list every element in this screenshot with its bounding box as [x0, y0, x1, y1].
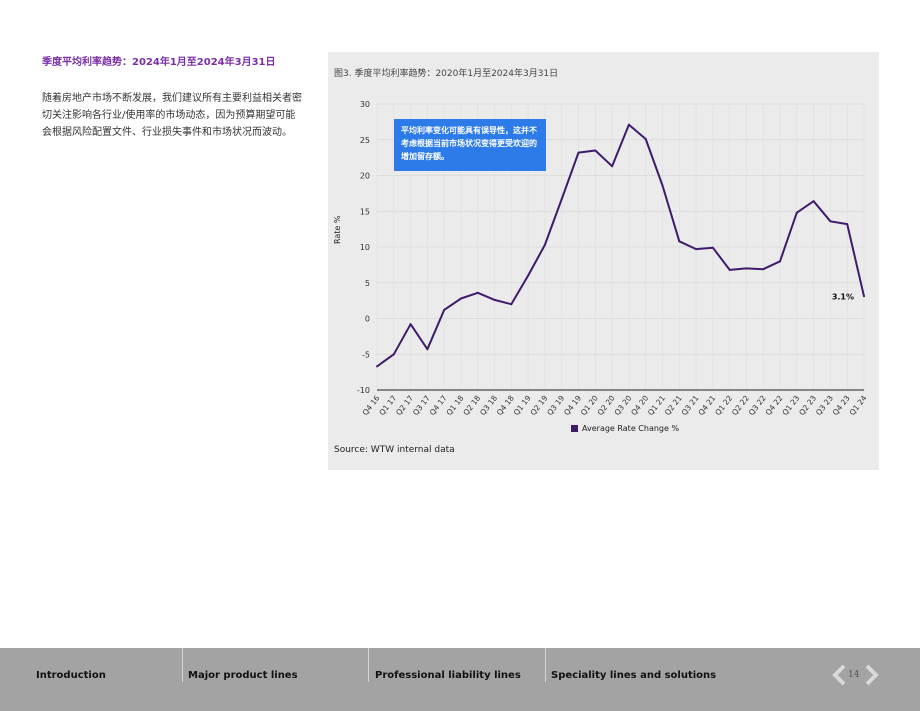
data-point — [678, 240, 681, 243]
y-tick-label: 30 — [360, 100, 370, 109]
data-point — [543, 243, 546, 246]
data-point — [829, 220, 832, 223]
data-point — [728, 268, 731, 271]
nav-major-product-lines[interactable]: Major product lines — [188, 670, 298, 681]
data-point — [863, 295, 865, 298]
data-point — [795, 211, 798, 214]
legend-swatch — [571, 425, 578, 432]
y-tick-label: 0 — [365, 315, 370, 324]
data-point — [611, 165, 614, 168]
data-point — [376, 365, 378, 368]
y-tick-label: 5 — [365, 279, 370, 288]
y-tick-label: 15 — [360, 207, 370, 216]
y-tick-label: 25 — [360, 136, 370, 145]
y-tick-label: -5 — [362, 350, 370, 359]
y-tick-label: -10 — [357, 386, 370, 395]
y-tick-label: 20 — [360, 172, 370, 181]
data-point — [661, 184, 664, 187]
data-point — [627, 123, 630, 126]
end-value-label: 3.1% — [832, 292, 854, 301]
nav-divider — [368, 648, 369, 682]
data-point — [459, 297, 462, 300]
intro-paragraph: 随着房地产市场不断发展，我们建议所有主要利益相关者密切关注影响各行业/使用率的市… — [42, 93, 302, 138]
y-tick-label: 10 — [360, 243, 370, 252]
data-point — [762, 268, 765, 271]
page-number: 14 — [848, 670, 860, 680]
nav-introduction[interactable]: Introduction — [36, 670, 106, 681]
data-point — [846, 223, 849, 226]
data-point — [493, 298, 496, 301]
nav-speciality-lines[interactable]: Speciality lines and solutions — [551, 670, 716, 681]
data-point — [476, 291, 479, 294]
data-point — [711, 246, 714, 249]
chevron-right-icon[interactable] — [863, 664, 881, 686]
chart-panel: 图3. 季度平均利率趋势：2020年1月至2024年3月31日 Rate % 3… — [328, 52, 879, 470]
data-point — [443, 308, 446, 311]
chart-legend: Average Rate Change % — [571, 424, 679, 433]
data-point — [510, 303, 513, 306]
nav-divider — [545, 648, 546, 682]
data-point — [644, 138, 647, 141]
chart-source: Source: WTW internal data — [334, 445, 455, 455]
footer-nav: Introduction Major product lines Profess… — [0, 648, 920, 711]
section-title: 季度平均利率趋势：2024年1月至2024年3月31日 — [42, 57, 276, 68]
chevron-left-icon[interactable] — [830, 664, 848, 686]
x-tick-label: Q1 24 — [848, 394, 869, 418]
data-point — [779, 260, 782, 263]
data-point — [527, 274, 530, 277]
data-point — [695, 248, 698, 251]
data-point — [745, 267, 748, 270]
chart-callout: 平均利率变化可能具有误导性，这并不考虑根据当前市场状况变得更受欢迎的增加留存额。 — [394, 119, 546, 171]
nav-divider — [182, 648, 183, 682]
legend-label: Average Rate Change % — [582, 424, 680, 433]
data-point — [409, 323, 412, 326]
data-point — [577, 151, 580, 154]
data-point — [392, 353, 395, 356]
data-point — [560, 198, 563, 201]
data-point — [594, 149, 597, 152]
data-point — [812, 200, 815, 203]
line-chart: 302520151050-5-10Q4 16Q1 17Q2 17Q3 17Q4 … — [357, 100, 869, 418]
data-point — [426, 348, 429, 351]
nav-professional-liability-lines[interactable]: Professional liability lines — [375, 670, 521, 681]
